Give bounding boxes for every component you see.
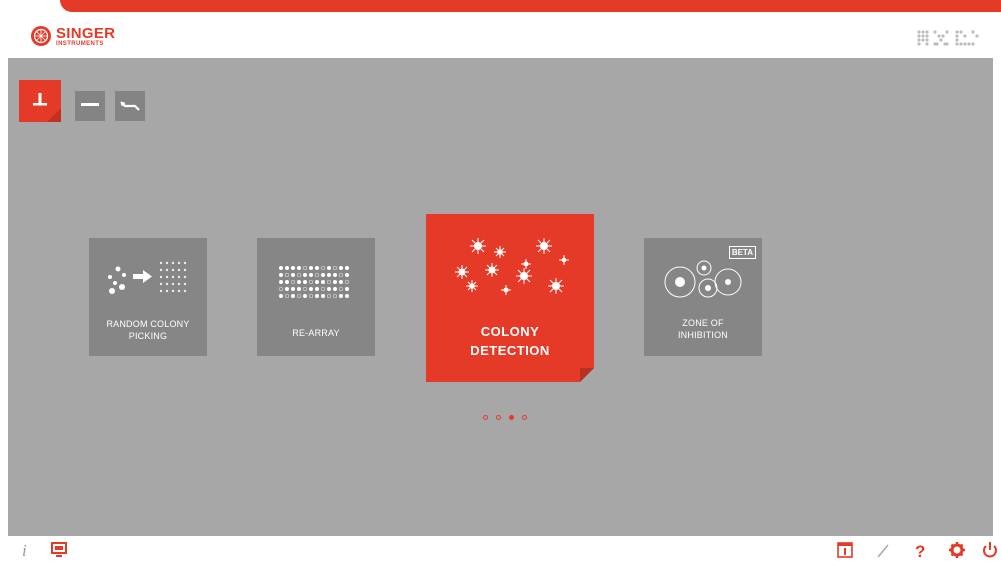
info-button[interactable]: i (16, 540, 38, 568)
monitor-icon (51, 542, 67, 557)
main-panel: RANDOM COLONY PICKING RE-ARRAY COLONY DE… (8, 58, 993, 536)
app-card-label: RE-ARRAY (292, 328, 340, 338)
app-card-label: COLONY DETECTION (470, 324, 550, 358)
singer-emblem-icon (31, 26, 51, 46)
grid-array-icon (278, 265, 350, 299)
app-card-re-array[interactable]: RE-ARRAY (257, 238, 375, 356)
power-icon (983, 542, 997, 558)
plate-icon (81, 103, 99, 106)
header-accent-line (60, 0, 1001, 12)
carousel-pager (483, 415, 527, 420)
app-card-label: RANDOM COLONY PICKING (106, 319, 190, 341)
app-card-random-colony-picking[interactable]: RANDOM COLONY PICKING (89, 238, 207, 356)
info-icon: i (22, 541, 27, 560)
plate-mode-button[interactable] (75, 91, 105, 121)
display-button[interactable] (48, 540, 70, 568)
plate-info-icon (837, 542, 853, 558)
settings-button[interactable] (946, 540, 968, 568)
singer-logo: SINGER INSTRUMENTS (30, 25, 115, 47)
picking-mode-button[interactable] (19, 80, 61, 122)
bottom-toolbar: i ? (0, 536, 1001, 568)
power-button[interactable] (979, 540, 1001, 568)
app-card-colony-detection[interactable]: COLONY DETECTION (426, 214, 594, 382)
edit-button[interactable] (872, 540, 894, 568)
app-card-label: ZONE OF INHIBITION (677, 318, 728, 340)
colony-picking-icon (108, 261, 187, 294)
top-bar: SINGER INSTRUMENTS (0, 0, 1001, 56)
help-button[interactable]: ? (909, 540, 931, 568)
brand-name: SINGER (56, 24, 116, 42)
svg-text:?: ? (915, 542, 925, 560)
colony-detection-icon (455, 238, 569, 295)
pager-dot-active[interactable] (509, 415, 514, 420)
pencil-icon (877, 544, 889, 558)
help-icon: ? (915, 542, 925, 561)
pin-tool-icon (33, 93, 61, 122)
zone-inhibition-icon (664, 260, 742, 298)
plate-info-button[interactable] (834, 540, 856, 568)
pager-dot[interactable] (496, 415, 501, 420)
pager-dot[interactable] (522, 415, 527, 420)
card-fold-shade (580, 368, 594, 382)
svg-text:i: i (22, 541, 27, 560)
settings-icon (949, 542, 965, 558)
app-card-zone-of-inhibition[interactable]: BETA ZONE OF INHIBITION (644, 238, 762, 356)
tools-mode-button[interactable] (115, 91, 145, 121)
pager-dot[interactable] (483, 415, 488, 420)
wrench-icon (120, 101, 140, 111)
hxl-device-logo (917, 30, 979, 46)
